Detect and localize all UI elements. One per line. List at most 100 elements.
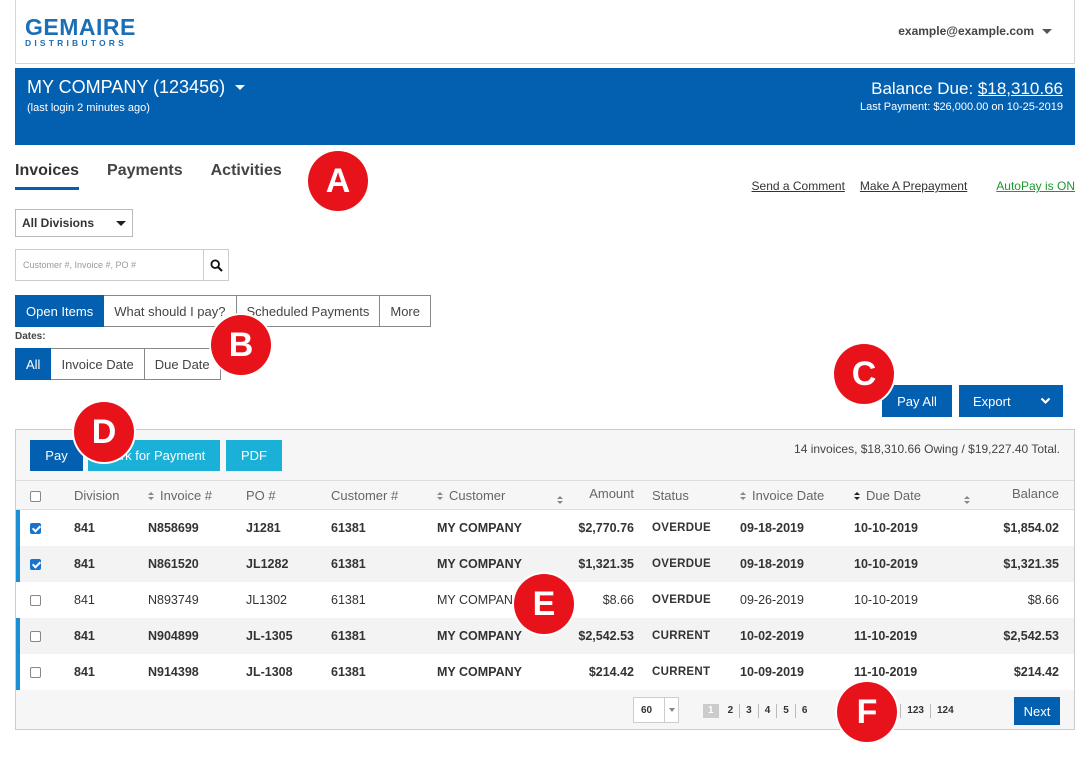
row-checkbox[interactable] <box>30 630 41 642</box>
last-payment-text: Last Payment: $26,000.00 on 10-25-2019 <box>859 101 1063 113</box>
col-po[interactable]: PO # <box>246 480 331 510</box>
last-login-text: (last login 2 minutes ago) <box>27 102 150 114</box>
col-status[interactable]: Status <box>652 480 740 510</box>
cell-division: 841 <box>74 509 148 546</box>
dates-label: Dates: <box>15 331 46 342</box>
export-label: Export <box>973 393 1011 409</box>
cell-balance: $1,321.35 <box>964 545 1074 582</box>
cell-status: OVERDUE <box>652 545 740 582</box>
balance-link[interactable]: $18,310.66 <box>978 79 1063 98</box>
cell-division: 841 <box>74 545 148 582</box>
per-page-select[interactable]: 60 <box>633 697 679 723</box>
action-links: Send a Comment Make A Prepayment AutoPay… <box>752 179 1075 193</box>
table-row[interactable]: 841 N914398 JL-1308 61381 MY COMPANY $21… <box>16 653 1074 690</box>
cell-customer: MY COMPANY <box>437 653 557 690</box>
row-checkbox[interactable] <box>30 666 41 678</box>
callout-marker-c: C <box>834 344 894 404</box>
filter-more[interactable]: More <box>380 295 431 327</box>
cell-invoice-date: 09-18-2019 <box>740 545 854 582</box>
cell-due-date: 10-10-2019 <box>854 581 964 618</box>
callout-marker-f: F <box>837 682 897 742</box>
user-menu[interactable]: example@example.com <box>898 24 1052 38</box>
tab-activities[interactable]: Activities <box>211 162 282 190</box>
cell-customer-number: 61381 <box>331 545 437 582</box>
account-banner: MY COMPANY (123456) (last login 2 minute… <box>15 68 1075 145</box>
make-prepayment-link[interactable]: Make A Prepayment <box>860 179 967 193</box>
col-balance[interactable]: Balance <box>964 480 1074 510</box>
col-division[interactable]: Division <box>74 480 148 510</box>
next-page-button[interactable]: Next <box>1014 697 1060 725</box>
search-box <box>15 249 229 281</box>
pay-all-button[interactable]: Pay All <box>882 385 952 417</box>
cell-amount: $214.42 <box>557 653 652 690</box>
filter-what-should-i-pay[interactable]: What should I pay? <box>104 295 237 327</box>
export-button[interactable]: Export <box>959 385 1063 417</box>
page-6[interactable]: 6 <box>794 704 814 718</box>
cell-division: 841 <box>74 581 148 618</box>
company-name: MY COMPANY (123456) <box>27 77 226 97</box>
send-comment-link[interactable]: Send a Comment <box>752 179 845 193</box>
col-label: Invoice # <box>160 487 213 503</box>
division-select[interactable]: All Divisions <box>15 209 133 237</box>
cell-invoice[interactable]: N858699 <box>148 509 246 546</box>
page-2[interactable]: 2 <box>722 704 740 718</box>
row-checkbox[interactable] <box>30 594 41 606</box>
col-customer-number[interactable]: Customer # <box>331 480 437 510</box>
col-amount[interactable]: Amount <box>557 480 652 510</box>
cell-amount: $2,770.76 <box>557 509 652 546</box>
page-3[interactable]: 3 <box>739 704 758 718</box>
page-124[interactable]: 124 <box>929 704 960 718</box>
search-input[interactable] <box>15 249 205 281</box>
pay-button[interactable]: Pay <box>30 440 83 471</box>
cell-due-date: 11-10-2019 <box>854 617 964 654</box>
callout-marker-e: E <box>514 574 574 634</box>
cell-due-date: 10-10-2019 <box>854 545 964 582</box>
cell-invoice[interactable]: N914398 <box>148 653 246 690</box>
date-filter-due-date[interactable]: Due Date <box>144 348 221 380</box>
pdf-button[interactable]: PDF <box>226 440 282 471</box>
page-4[interactable]: 4 <box>757 704 777 718</box>
col-label: Division <box>74 487 120 503</box>
select-all-checkbox[interactable] <box>30 490 41 502</box>
col-label: Due Date <box>866 487 921 503</box>
cell-balance: $8.66 <box>964 581 1074 618</box>
company-logo[interactable]: GEMAIRE DISTRIBUTORS <box>25 16 136 48</box>
logo-sub-text: DISTRIBUTORS <box>25 38 127 48</box>
cell-division: 841 <box>74 617 148 654</box>
cell-invoice-date: 10-09-2019 <box>740 653 854 690</box>
callout-marker-b: B <box>211 315 271 375</box>
cell-invoice[interactable]: N893749 <box>148 581 246 618</box>
page-5[interactable]: 5 <box>776 704 795 718</box>
cell-balance: $214.42 <box>964 653 1074 690</box>
col-label: Invoice Date <box>752 487 825 503</box>
col-invoice-date[interactable]: Invoice Date <box>740 480 854 510</box>
page-1[interactable]: 1 <box>703 704 719 718</box>
sort-icon <box>437 491 443 501</box>
page-123[interactable]: 123 <box>900 704 930 718</box>
company-selector[interactable]: MY COMPANY (123456) <box>27 77 246 98</box>
tab-invoices[interactable]: Invoices <box>15 162 80 190</box>
cell-invoice[interactable]: N861520 <box>148 545 246 582</box>
col-label: Balance <box>1012 485 1059 501</box>
date-filter-all[interactable]: All <box>15 348 52 380</box>
col-invoice[interactable]: Invoice # <box>148 480 246 510</box>
autopay-link[interactable]: AutoPay is ON <box>996 179 1075 193</box>
invoice-summary: 14 invoices, $18,310.66 Owing / $19,227.… <box>794 442 1060 456</box>
cell-invoice-date: 09-26-2019 <box>740 581 854 618</box>
row-checkbox[interactable] <box>30 522 41 534</box>
row-checkbox[interactable] <box>30 558 41 570</box>
table-row[interactable]: 841 N858699 J1281 61381 MY COMPANY $2,77… <box>16 509 1074 546</box>
col-customer[interactable]: Customer <box>437 480 557 510</box>
col-label: Amount <box>589 485 634 501</box>
chevron-down-icon <box>235 85 246 90</box>
search-button[interactable] <box>204 249 229 281</box>
callout-marker-d: D <box>74 402 134 462</box>
filter-open-items[interactable]: Open Items <box>15 295 105 327</box>
cell-customer-number: 61381 <box>331 581 437 618</box>
date-filter-invoice-date[interactable]: Invoice Date <box>51 348 145 380</box>
chevron-down-icon <box>668 708 675 712</box>
chevron-down-icon <box>1040 397 1051 405</box>
cell-invoice[interactable]: N904899 <box>148 617 246 654</box>
tab-payments[interactable]: Payments <box>107 162 183 190</box>
col-due-date[interactable]: Due Date <box>854 480 964 510</box>
